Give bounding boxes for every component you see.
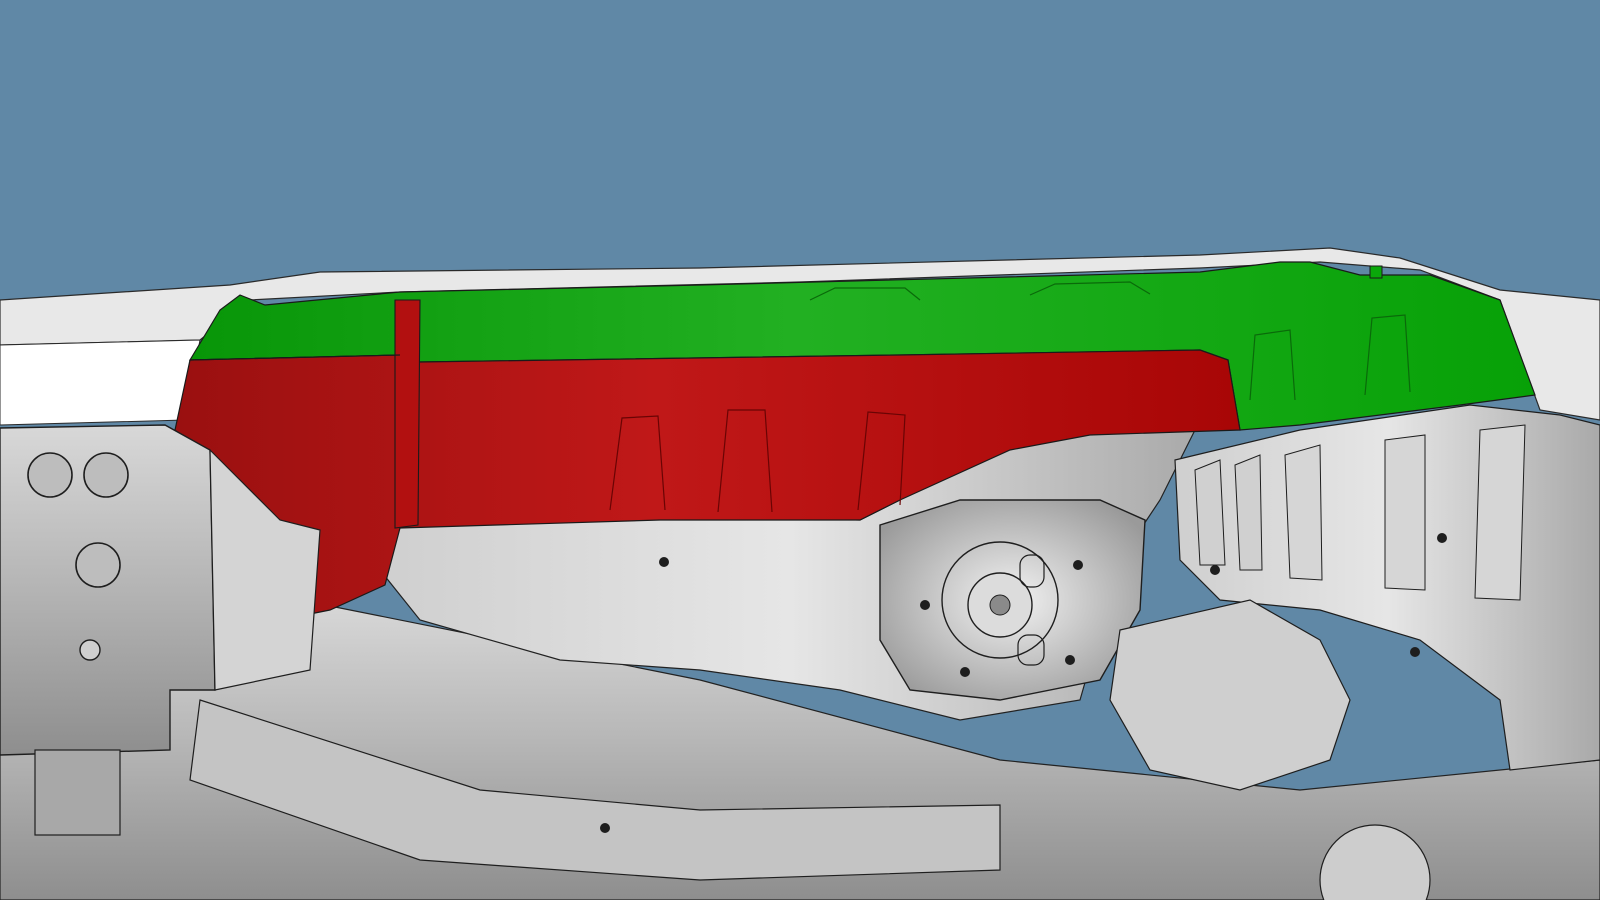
cad-3d-viewport[interactable] [0,0,1600,900]
wheelhouse-bolt [659,557,669,567]
cad-model-scene[interactable] [0,0,1600,900]
strut-tower[interactable] [879,499,1146,701]
rear-tub[interactable] [1109,599,1351,791]
red-panel-divider [394,299,421,529]
roof-rail-highlight [0,339,201,426]
green-panel-notch [1369,265,1383,279]
crossmember-bolt [600,823,610,833]
